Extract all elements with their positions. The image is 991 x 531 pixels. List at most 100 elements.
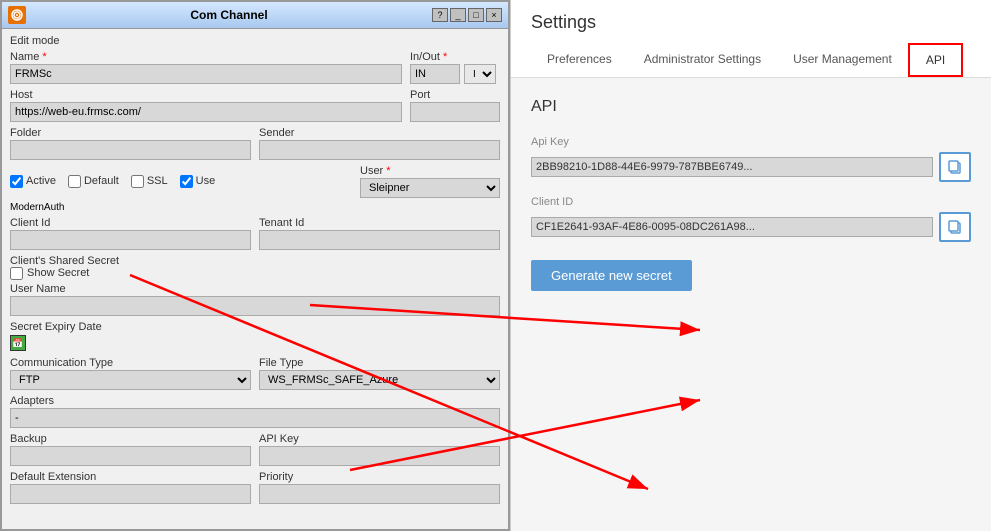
date-picker-icon[interactable]: 📅: [10, 335, 26, 351]
defaultext-input[interactable]: [10, 484, 251, 504]
host-input[interactable]: [10, 102, 402, 122]
active-checkbox[interactable]: [10, 175, 23, 188]
client-id-field-input[interactable]: [531, 217, 933, 237]
shared-secret-section: Client's Shared Secret Show Secret: [10, 255, 500, 280]
settings-content: API Api Key: [511, 78, 991, 531]
commtype-col: Communication Type FTPSFTPHTTP: [10, 357, 251, 390]
adapters-label: Adapters: [10, 395, 500, 407]
dialog-minimize-btn[interactable]: _: [450, 8, 466, 22]
generate-secret-btn[interactable]: Generate new secret: [531, 260, 692, 291]
name-inout-row: Name * In/Out * INOUT: [10, 51, 500, 84]
show-secret-label: Show Secret: [27, 267, 89, 279]
priority-label: Priority: [259, 471, 500, 483]
dialog-restore-btn[interactable]: □: [468, 8, 484, 22]
show-secret-checkbox[interactable]: [10, 267, 23, 280]
adapters-input[interactable]: [10, 408, 500, 428]
folder-col: Folder: [10, 127, 251, 160]
user-col: User * Sleipner: [360, 165, 500, 198]
apikey-input[interactable]: [259, 446, 500, 466]
copy-icon-2: [947, 219, 963, 235]
dialog-close-btn[interactable]: ×: [486, 8, 502, 22]
secret-expiry-label: Secret Expiry Date: [10, 321, 102, 333]
port-col: Port: [410, 89, 500, 122]
name-col: Name *: [10, 51, 402, 84]
dialog-body: Edit mode Name * In/Out * INOUT: [2, 29, 508, 529]
clientid-input[interactable]: [10, 230, 251, 250]
client-id-field-label: Client ID: [531, 196, 971, 208]
backup-input[interactable]: [10, 446, 251, 466]
api-section-title: API: [531, 98, 971, 116]
commtype-label: Communication Type: [10, 357, 251, 369]
priority-input[interactable]: [259, 484, 500, 504]
commtype-filetype-row: Communication Type FTPSFTPHTTP File Type…: [10, 357, 500, 390]
use-check: Use: [180, 175, 216, 188]
sender-input[interactable]: [259, 140, 500, 160]
use-checkbox[interactable]: [180, 175, 193, 188]
sender-col: Sender: [259, 127, 500, 160]
client-id-field: Client ID: [531, 196, 971, 242]
defaultext-col: Default Extension: [10, 471, 251, 504]
ssl-checkbox[interactable]: [131, 175, 144, 188]
adapters-row: Adapters: [10, 395, 500, 428]
commtype-select[interactable]: FTPSFTPHTTP: [10, 370, 251, 390]
settings-tabs: Preferences Administrator Settings User …: [531, 43, 971, 77]
edit-mode-label: Edit mode: [10, 35, 500, 47]
dialog-title: Com Channel: [26, 8, 432, 22]
tenantid-label: Tenant Id: [259, 217, 500, 229]
clientid-label: Client Id: [10, 217, 251, 229]
port-input[interactable]: [410, 102, 500, 122]
com-channel-dialog: Com Channel ? _ □ × Edit mode Name *: [0, 0, 510, 531]
tab-admin-settings[interactable]: Administrator Settings: [628, 43, 777, 77]
host-label: Host: [10, 89, 402, 101]
user-select[interactable]: Sleipner: [360, 178, 500, 198]
defaultext-label: Default Extension: [10, 471, 251, 483]
tab-preferences[interactable]: Preferences: [531, 43, 628, 77]
api-key-field-label: Api Key: [531, 136, 971, 148]
checkbox-row: Active Default SSL Use: [10, 165, 500, 198]
clientid-col: Client Id: [10, 217, 251, 250]
ssl-check: SSL: [131, 175, 168, 188]
apikey-col: API Key: [259, 433, 500, 466]
api-key-field-row: [531, 152, 971, 182]
backup-row: Backup API Key: [10, 433, 500, 466]
shared-secret-label: Client's Shared Secret: [10, 255, 119, 267]
inout-input[interactable]: [410, 64, 460, 84]
inout-col: In/Out * INOUT: [410, 51, 500, 84]
default-label: Default: [84, 175, 119, 187]
dialog-icon: [8, 6, 26, 24]
dialog-help-btn[interactable]: ?: [432, 8, 448, 22]
dialog-controls: ? _ □ ×: [432, 8, 502, 22]
dialog-titlebar: Com Channel ? _ □ ×: [2, 2, 508, 29]
default-checkbox[interactable]: [68, 175, 81, 188]
inout-label: In/Out *: [410, 51, 500, 63]
client-id-field-row: [531, 212, 971, 242]
apikey-label: API Key: [259, 433, 500, 445]
inout-select[interactable]: INOUT: [464, 64, 496, 84]
secret-expiry-section: Secret Expiry Date 📅: [10, 321, 500, 351]
api-key-field-input[interactable]: [531, 157, 933, 177]
filetype-select[interactable]: WS_FRMSc_SAFE_Azure: [259, 370, 500, 390]
tab-api[interactable]: API: [908, 43, 963, 77]
folder-label: Folder: [10, 127, 251, 139]
settings-title: Settings: [531, 12, 971, 33]
name-label: Name *: [10, 51, 402, 63]
active-label: Active: [26, 175, 56, 187]
username-input[interactable]: [10, 296, 500, 316]
name-input[interactable]: [10, 64, 402, 84]
filetype-col: File Type WS_FRMSc_SAFE_Azure: [259, 357, 500, 390]
backup-label: Backup: [10, 433, 251, 445]
client-id-copy-btn[interactable]: [939, 212, 971, 242]
folder-input[interactable]: [10, 140, 251, 160]
filetype-label: File Type: [259, 357, 500, 369]
tenantid-input[interactable]: [259, 230, 500, 250]
tab-user-management[interactable]: User Management: [777, 43, 908, 77]
adapters-col: Adapters: [10, 395, 500, 428]
active-check: Active: [10, 175, 56, 188]
folder-sender-row: Folder Sender: [10, 127, 500, 160]
api-key-copy-btn[interactable]: [939, 152, 971, 182]
default-check: Default: [68, 175, 119, 188]
show-secret-row: Show Secret: [10, 267, 500, 280]
priority-col: Priority: [259, 471, 500, 504]
modernauth-label: ModernAuth: [10, 202, 500, 213]
sender-label: Sender: [259, 127, 500, 139]
